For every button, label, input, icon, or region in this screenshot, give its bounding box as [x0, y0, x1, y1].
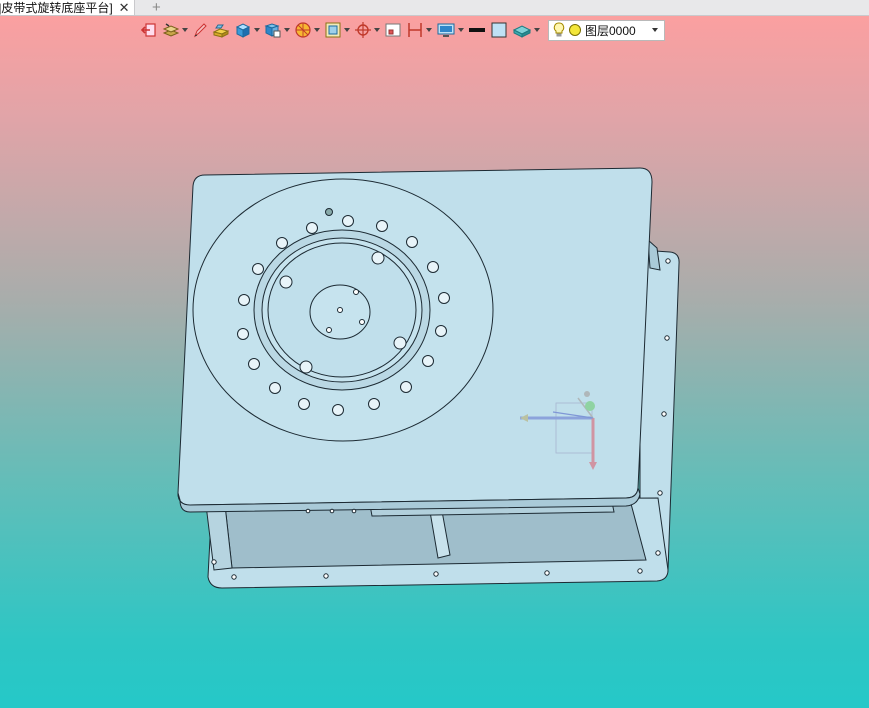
fill-color-button[interactable]: [490, 19, 508, 41]
shaded-cube-icon: [235, 23, 251, 38]
chevron-down-icon: [534, 28, 540, 32]
side-flange-top-tab: [647, 238, 661, 271]
dimension-icon: [408, 23, 422, 37]
snap-button[interactable]: [354, 19, 380, 41]
layer-dropdown[interactable]: 图层0000: [548, 19, 665, 41]
hub-hole: [359, 319, 365, 325]
chevron-down-icon: [182, 28, 188, 32]
extrude-box-icon: [212, 24, 230, 38]
document-tab[interactable]: ]皮带式旋转底座平台] ✕: [0, 0, 135, 15]
dimension-button[interactable]: [406, 19, 432, 41]
exit-sketch-button[interactable]: [140, 19, 158, 41]
lightbulb-icon: [553, 22, 565, 37]
chevron-down-icon: [284, 28, 290, 32]
hub-hole: [353, 289, 359, 295]
fill-color-icon: [491, 22, 507, 38]
extrude-button[interactable]: [212, 19, 230, 41]
section-view-button[interactable]: [324, 19, 350, 41]
hub-hole: [337, 307, 343, 313]
chevron-down-icon: [344, 28, 350, 32]
sketch-button[interactable]: [192, 19, 208, 41]
shading-button[interactable]: [234, 19, 260, 41]
material-button[interactable]: [512, 19, 540, 41]
frame-icon: [385, 23, 401, 37]
top-pin: [325, 208, 333, 216]
section-view-icon: [325, 22, 341, 38]
snap-target-icon: [355, 22, 371, 38]
view-orientation-icon: [264, 23, 281, 38]
line-color-icon: [469, 28, 485, 32]
pencil-icon: [193, 23, 207, 38]
render-style-icon: [295, 22, 311, 38]
rotating-base-platform-model: [177, 167, 680, 589]
layers-stack-icon: [162, 23, 180, 37]
line-color-button[interactable]: [468, 19, 486, 41]
frame-button[interactable]: [384, 19, 402, 41]
close-icon[interactable]: ✕: [119, 0, 130, 15]
layers-button[interactable]: [162, 19, 188, 41]
render-style-button[interactable]: [294, 19, 320, 41]
chevron-down-icon: [651, 28, 658, 32]
chevron-down-icon: [426, 28, 432, 32]
hub-hole: [326, 327, 332, 333]
chevron-down-icon: [374, 28, 380, 32]
display-settings-button[interactable]: [436, 19, 464, 41]
chevron-down-icon: [458, 28, 464, 32]
layer-label: 图层0000: [585, 23, 636, 38]
model-viewport[interactable]: [0, 42, 869, 708]
view-toolbar: 图层0000: [140, 19, 665, 41]
new-tab-button[interactable]: +: [152, 0, 161, 16]
circle-icon: [569, 24, 581, 36]
document-tab-title: ]皮带式旋转底座平台]: [0, 0, 113, 15]
display-settings-icon: [437, 23, 455, 37]
chevron-down-icon: [314, 28, 320, 32]
view-orientation-button[interactable]: [264, 19, 290, 41]
tab-bar: ]皮带式旋转底座平台] ✕ +: [0, 0, 869, 16]
material-icon: [512, 25, 532, 38]
exit-sketch-icon: [140, 23, 156, 37]
chevron-down-icon: [254, 28, 260, 32]
